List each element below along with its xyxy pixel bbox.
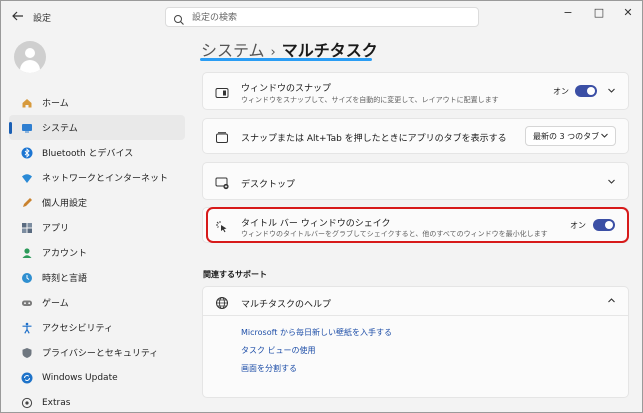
extras-icon (20, 396, 33, 409)
sidebar-item-extras[interactable]: Extras (9, 390, 185, 412)
account-icon (20, 246, 33, 259)
setting-title: スナップまたは Alt+Tab を押したときにアプリのタブを表示する (241, 134, 507, 144)
sidebar-item-network[interactable]: ネットワークとインターネット (9, 165, 185, 190)
windows-update-icon (20, 371, 33, 384)
sidebar-item-label: システム (42, 124, 78, 134)
help-link-task-view[interactable]: タスク ビューの使用 (241, 345, 392, 355)
avatar-head (25, 48, 35, 58)
toggle-state-label: オン (570, 221, 586, 230)
bluetooth-icon (20, 146, 33, 159)
snap-layout-icon (215, 85, 229, 99)
sidebar-nav: ホーム システム Bluetooth とデバイス ネットワークとインターネット … (9, 90, 185, 412)
shake-cursor-icon (215, 219, 229, 233)
search-box[interactable] (165, 7, 479, 27)
search-input[interactable] (190, 10, 474, 26)
sidebar-item-apps[interactable]: アプリ (9, 215, 185, 240)
settings-window: 設定 − □ ✕ ホーム システム (0, 0, 643, 413)
setting-desktops[interactable]: デスクトップ (202, 162, 629, 200)
accessibility-icon (20, 321, 33, 334)
snap-toggle[interactable] (575, 85, 597, 97)
sidebar-item-windows-update[interactable]: Windows Update (9, 365, 185, 390)
sidebar-item-gaming[interactable]: ゲーム (9, 290, 185, 315)
maximize-icon: □ (593, 5, 605, 19)
sidebar-item-home[interactable]: ホーム (9, 90, 185, 115)
gaming-icon (20, 296, 33, 309)
privacy-icon (20, 346, 33, 359)
apps-icon (20, 221, 33, 234)
title-underline (200, 58, 372, 61)
avatar[interactable] (14, 41, 46, 73)
help-link-split-screen[interactable]: 画面を分割する (241, 363, 392, 373)
toggle-knob (587, 87, 595, 95)
home-icon (20, 96, 33, 109)
close-icon: ✕ (623, 5, 633, 19)
related-support-heading: 関連するサポート (203, 270, 267, 279)
sidebar-item-accessibility[interactable]: アクセシビリティ (9, 315, 185, 340)
search-icon (173, 11, 185, 25)
sidebar-item-label: アカウント (42, 249, 88, 259)
setting-title-bar-shake: タイトル バー ウィンドウのシェイク ウィンドウのタイトルバーをグラブしてシェイ… (202, 207, 629, 243)
sidebar-item-label: Windows Update (42, 372, 118, 383)
tabs-icon (215, 130, 229, 144)
app-title: 設定 (33, 14, 52, 24)
sidebar-item-label: Extras (42, 397, 71, 408)
setting-title: タイトル バー ウィンドウのシェイク (241, 219, 391, 229)
sidebar-item-label: 時刻と言語 (42, 274, 88, 284)
personalization-icon (20, 196, 33, 209)
system-icon (20, 121, 33, 134)
help-link-wallpaper[interactable]: Microsoft から毎日新しい壁紙を入手する (241, 327, 392, 337)
sidebar-item-privacy[interactable]: プライバシーとセキュリティ (9, 340, 185, 365)
minimize-icon: − (563, 5, 573, 19)
sidebar-item-personalization[interactable]: 個人用設定 (9, 190, 185, 215)
sidebar-item-bluetooth[interactable]: Bluetooth とデバイス (9, 140, 185, 165)
toggle-state-label: オン (553, 87, 569, 96)
minimize-button[interactable]: − (553, 1, 583, 23)
setting-description: ウィンドウをスナップして、サイズを自動的に変更して、レイアウトに配置します (241, 96, 499, 104)
setting-description: ウィンドウのタイトルバーをグラブしてシェイクすると、他のすべてのウィンドウを最小… (241, 230, 548, 238)
desktop-add-icon (215, 175, 229, 190)
setting-title: ウィンドウのスナップ (241, 84, 332, 94)
sidebar-item-label: ゲーム (42, 299, 69, 309)
sidebar-item-system[interactable]: システム (9, 115, 185, 140)
help-card: マルチタスクのヘルプ Microsoft から毎日新しい壁紙を入手する タスク … (202, 286, 629, 398)
close-button[interactable]: ✕ (613, 1, 642, 23)
shake-toggle[interactable] (593, 219, 615, 231)
chevron-up-icon[interactable] (607, 296, 616, 308)
chevron-down-icon[interactable] (607, 177, 616, 189)
sidebar-item-label: アプリ (42, 224, 70, 234)
sidebar-item-label: プライバシーとセキュリティ (42, 349, 159, 359)
sidebar-item-label: アクセシビリティ (42, 324, 114, 334)
setting-snap-windows[interactable]: ウィンドウのスナップ ウィンドウをスナップして、サイズを自動的に変更して、レイア… (202, 72, 629, 110)
sidebar-item-time-language[interactable]: 時刻と言語 (9, 265, 185, 290)
avatar-body (20, 60, 40, 73)
sidebar-item-label: Bluetooth とデバイス (42, 149, 134, 159)
sidebar-item-label: ホーム (42, 99, 69, 109)
globe-icon (215, 295, 229, 309)
network-icon (20, 171, 33, 184)
time-language-icon (20, 271, 33, 284)
dropdown-value: 最新の 3 つのタブ (533, 131, 600, 141)
sidebar-item-label: 個人用設定 (42, 199, 88, 209)
setting-title: デスクトップ (241, 180, 296, 190)
chevron-down-icon[interactable] (607, 86, 616, 98)
back-arrow-icon[interactable] (11, 9, 25, 23)
divider (203, 315, 628, 316)
help-title[interactable]: マルチタスクのヘルプ (241, 297, 331, 310)
setting-alt-tab: スナップまたは Alt+Tab を押したときにアプリのタブを表示する 最新の 3… (202, 118, 629, 154)
maximize-button[interactable]: □ (584, 1, 614, 23)
tabs-dropdown[interactable]: 最新の 3 つのタブ (525, 126, 616, 146)
sidebar-item-accounts[interactable]: アカウント (9, 240, 185, 265)
title-bar: 設定 − □ ✕ (1, 1, 642, 33)
toggle-knob (605, 221, 613, 229)
help-links: Microsoft から毎日新しい壁紙を入手する タスク ビューの使用 画面を分… (241, 327, 392, 381)
sidebar-item-label: ネットワークとインターネット (42, 174, 169, 184)
chevron-down-icon (600, 131, 609, 142)
